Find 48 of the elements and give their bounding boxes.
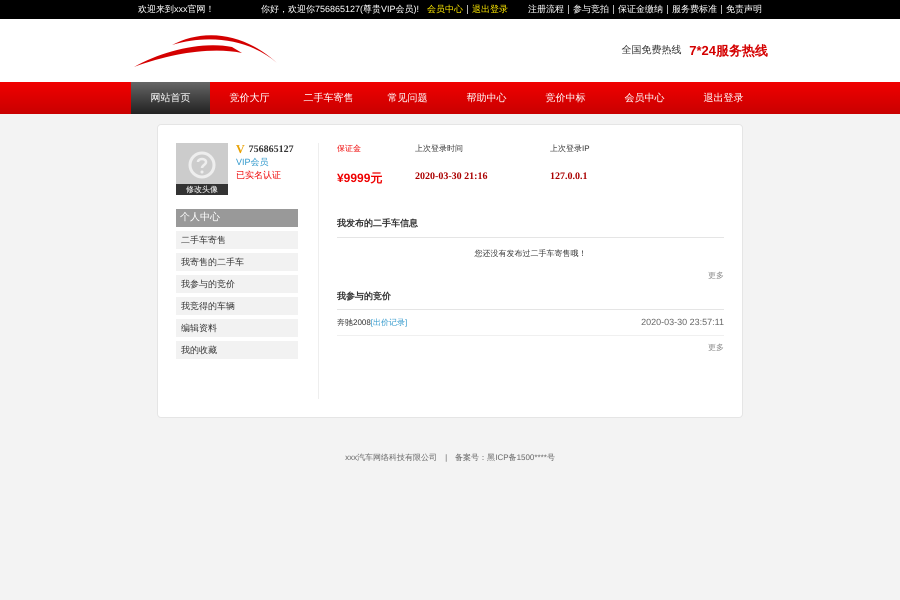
nav-tab[interactable]: 帮助中心 xyxy=(447,82,526,114)
company-name: xxx汽车网络科技有限公司 xyxy=(345,452,438,464)
sidebar-item[interactable]: 我参与的竞价 xyxy=(176,275,298,293)
top-link[interactable]: 保证金缴纳 xyxy=(618,2,663,16)
nav-tab[interactable]: 二手车寄售 xyxy=(289,82,368,114)
nav-tab[interactable]: 竞价大厅 xyxy=(210,82,289,114)
stat-label: 上次登录IP xyxy=(550,143,591,155)
stat-label: 保证金 xyxy=(337,143,362,155)
sidebar-item[interactable]: 我竞得的车辆 xyxy=(176,297,298,315)
top-link[interactable]: 退出登录 xyxy=(472,2,508,16)
top-link[interactable]: 注册流程 xyxy=(528,2,564,16)
top-link[interactable]: 会员中心 xyxy=(427,2,463,16)
section-title: 我参与的竞价 xyxy=(337,290,724,310)
sidebar-item[interactable]: 我寄售的二手车 xyxy=(176,253,298,271)
nav-tab[interactable]: 退出登录 xyxy=(684,82,763,114)
nav-tab[interactable]: 会员中心 xyxy=(605,82,684,114)
top-link[interactable]: 免责声明 xyxy=(726,2,762,16)
empty-message: 您还没有发布过二手车寄售哦！ xyxy=(474,248,588,260)
stat-label: 上次登录时间 xyxy=(415,143,464,155)
nav-tab[interactable]: 常见问题 xyxy=(368,82,447,114)
question-mark-icon xyxy=(188,151,216,179)
more-link[interactable]: 更多 xyxy=(708,342,724,354)
icp-number: 备案号：黑ICP备1500****号 xyxy=(455,452,555,464)
greeting-text: 你好，欢迎你756865127(尊贵VIP会员)! xyxy=(260,2,419,16)
verified-status: 已实名认证 xyxy=(236,169,282,182)
sidebar-item[interactable]: 编辑资料 xyxy=(176,319,298,337)
hotline-text: 7*24服务热线 xyxy=(689,42,768,60)
user-id: 756865127 xyxy=(248,143,294,156)
change-avatar-button[interactable]: 修改头像 xyxy=(176,184,228,195)
nav-tab[interactable]: 网站首页 xyxy=(131,82,210,114)
auction-time: 2020-03-30 23:57:11 xyxy=(641,316,724,329)
sidebar-header: 个人中心 xyxy=(176,209,298,227)
auction-name: 奔驰2008 xyxy=(337,316,371,328)
sidebar-item[interactable]: 我的收藏 xyxy=(176,341,298,359)
nav-tab[interactable]: 竞价中标 xyxy=(526,82,605,114)
hotline-label: 全国免费热线 xyxy=(621,44,682,58)
sidebar-item[interactable]: 二手车寄售 xyxy=(176,231,298,249)
more-link[interactable]: 更多 xyxy=(708,270,724,282)
stat-value: 2020-03-30 21:16 xyxy=(415,170,488,184)
stat-value: ¥9999元 xyxy=(337,170,384,187)
vip-mark-text: V xyxy=(236,143,245,156)
member-level: VIP会员 xyxy=(236,156,270,169)
top-link[interactable]: 服务费标准 xyxy=(672,2,717,16)
welcome-text: 欢迎来到xxx官网！ xyxy=(138,2,214,16)
stat-value: 127.0.0.1 xyxy=(550,170,588,184)
top-link[interactable]: 参与竞拍 xyxy=(573,2,609,16)
separator-text: | xyxy=(445,452,448,464)
section-title: 我发布的二手车信息 xyxy=(337,217,724,238)
